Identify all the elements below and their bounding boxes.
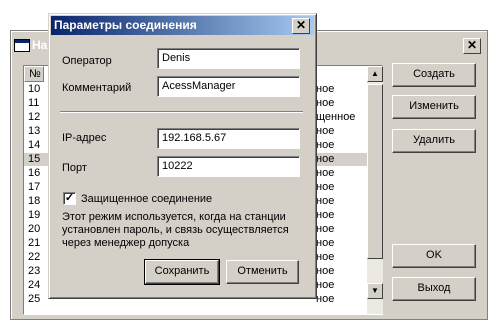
operator-input[interactable]: Denis (157, 48, 300, 69)
row-connection-type[interactable]: ное (316, 279, 334, 291)
comment-label: Комментарий (62, 82, 132, 94)
secure-connection-description: Этот режим используется, когда на станци… (62, 211, 307, 250)
port-label: Порт (62, 162, 87, 174)
exit-button[interactable]: Выход (392, 277, 476, 301)
main-window-title: На (32, 38, 48, 52)
row-connection-type[interactable]: ное (316, 251, 334, 263)
row-connection-type[interactable]: ное (316, 293, 334, 305)
row-connection-type[interactable]: ное (316, 195, 334, 207)
row-connection-type[interactable]: ное (316, 181, 334, 193)
row-number[interactable]: 19 (28, 209, 40, 221)
row-connection-type[interactable]: ное (316, 83, 334, 95)
save-button[interactable]: Сохранить (145, 260, 219, 284)
window-icon (14, 39, 30, 52)
row-connection-type[interactable]: ное (316, 223, 334, 235)
dialog-title: Параметры соединения (54, 18, 197, 32)
cancel-button[interactable]: Отменить (226, 260, 299, 284)
row-number[interactable]: 12 (28, 111, 40, 123)
row-number[interactable]: 13 (28, 125, 40, 137)
ip-address-label: IP-адрес (62, 132, 107, 144)
row-connection-type[interactable]: щенное (316, 111, 355, 123)
row-number[interactable]: 17 (28, 181, 40, 193)
divider (60, 111, 303, 113)
row-number[interactable]: 14 (28, 139, 40, 151)
edit-button[interactable]: Изменить (392, 95, 476, 119)
row-connection-type[interactable]: ное (316, 167, 334, 179)
info-line: Этот режим используется, когда на станци… (62, 211, 286, 223)
row-number[interactable]: 21 (28, 237, 40, 249)
row-connection-type[interactable]: ное (316, 265, 334, 277)
operator-label: Оператор (62, 55, 112, 67)
row-number[interactable]: 16 (28, 167, 40, 179)
row-connection-type[interactable]: ное (316, 125, 334, 137)
comment-input[interactable]: AcessManager (157, 76, 300, 97)
row-number[interactable]: 18 (28, 195, 40, 207)
row-connection-type[interactable]: ное (316, 237, 334, 249)
scroll-up-arrow-icon[interactable]: ▲ (367, 66, 383, 82)
row-connection-type[interactable]: ное (316, 153, 334, 165)
main-window-close-button[interactable]: ✕ (463, 38, 481, 54)
row-connection-type[interactable]: ное (316, 209, 334, 221)
row-connection-type[interactable]: ное (316, 97, 334, 109)
row-number[interactable]: 10 (28, 83, 40, 95)
row-number[interactable]: 15 (28, 153, 40, 165)
delete-button[interactable]: Удалить (392, 129, 476, 153)
close-icon[interactable]: ✕ (292, 18, 310, 34)
ok-button[interactable]: OK (392, 244, 476, 268)
row-number[interactable]: 22 (28, 251, 40, 263)
info-line: через менеджер допуска (62, 237, 190, 249)
scroll-down-arrow-icon[interactable]: ▼ (367, 283, 383, 299)
create-button[interactable]: Создать (392, 63, 476, 87)
row-number[interactable]: 23 (28, 265, 40, 277)
checkmark-icon: ✓ (64, 192, 75, 204)
port-input[interactable]: 10222 (157, 156, 300, 177)
scrollbar-thumb[interactable] (367, 84, 383, 259)
secure-connection-checkbox[interactable]: ✓ (63, 192, 76, 205)
row-connection-type[interactable]: ное (316, 139, 334, 151)
info-line: установлен пароль, и связь осуществляетс… (62, 224, 289, 236)
row-number[interactable]: 25 (28, 293, 40, 305)
secure-connection-label[interactable]: Защищенное соединение (81, 193, 212, 205)
row-number[interactable]: 11 (28, 97, 39, 109)
row-number[interactable]: 24 (28, 279, 40, 291)
row-number[interactable]: 20 (28, 223, 40, 235)
ip-address-input[interactable]: 192.168.5.67 (157, 128, 300, 149)
list-header-number[interactable]: № (24, 66, 44, 82)
